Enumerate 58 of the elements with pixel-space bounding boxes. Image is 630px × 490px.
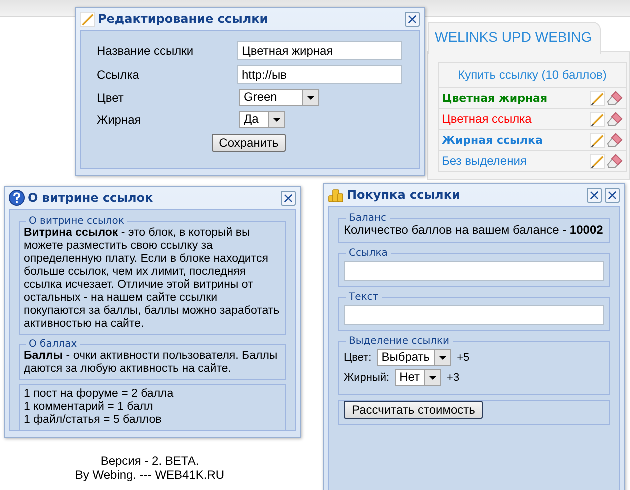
- field-label: Жирная: [97, 112, 142, 126]
- pencil-icon[interactable]: [590, 90, 605, 106]
- window-title: О витрине ссылок: [28, 191, 154, 205]
- balance-text: Количество баллов на вашем балансе - 10002: [344, 224, 604, 237]
- section-legend: Текст: [346, 292, 382, 303]
- link-input[interactable]: [344, 261, 604, 281]
- section-text: Витрина ссылок - это блок, в который вы можете разместить свою ссылку за определенную плату. Если в блоке находится больше ссылок, чем их лимит, последняя ссылка исчезает. Отличие этой витрины от остальных - на нашем сайте ссылки покупаются за баллы, баллы можно заработать активностью на сайте.: [24, 227, 281, 331]
- field-label: Ссылка: [97, 68, 140, 82]
- select-field[interactable]: Нет: [394, 369, 442, 386]
- coins-icon: [328, 187, 344, 203]
- close-button[interactable]: [605, 188, 620, 202]
- section-legend: О витрине ссылок: [26, 216, 128, 227]
- eraser-icon[interactable]: [607, 153, 623, 169]
- save-button[interactable]: Сохранить: [212, 134, 286, 152]
- calculate-button[interactable]: Рассчитать стоимость: [344, 401, 484, 419]
- window-title: Редактирование ссылки: [98, 12, 270, 26]
- caret-icon: [268, 112, 284, 127]
- window-title: Покупка ссылки: [347, 188, 462, 202]
- pencil-icon[interactable]: [590, 132, 605, 148]
- close-button[interactable]: [587, 188, 602, 202]
- close-icon: [590, 190, 599, 200]
- credit-text: By Webing. --- WEB41K.RU: [74, 468, 226, 482]
- select-field[interactable]: Green: [239, 89, 319, 106]
- caret-icon: [434, 350, 450, 365]
- option-label: Жирный:: [344, 372, 390, 384]
- section-legend: О баллах: [26, 339, 80, 350]
- close-icon: [408, 14, 417, 24]
- rate-text: 1 файл/статья = 5 баллов: [24, 414, 163, 427]
- close-icon: [608, 190, 617, 200]
- rate-text: 1 пост на форуме = 2 балла: [24, 388, 175, 401]
- close-button[interactable]: [405, 12, 420, 26]
- close-button[interactable]: [281, 190, 296, 206]
- caret-icon: [302, 90, 318, 105]
- field-label: Цвет: [97, 90, 125, 104]
- version-text: Версия - 2. BETA.: [100, 454, 200, 468]
- section-legend: Ссылка: [346, 248, 391, 259]
- pencil-icon: [80, 12, 95, 26]
- select-field[interactable]: Выбрать: [376, 349, 452, 366]
- eraser-icon[interactable]: [607, 90, 623, 106]
- caret-icon: [424, 370, 440, 385]
- text-input[interactable]: [344, 305, 604, 325]
- pencil-icon[interactable]: [590, 154, 605, 168]
- text-field[interactable]: http://ыв: [237, 65, 402, 84]
- section-legend: Выделение ссылки: [346, 336, 453, 347]
- close-icon: [284, 194, 293, 202]
- cost-text: +3: [447, 372, 460, 384]
- cost-text: +5: [457, 352, 470, 364]
- select-field[interactable]: Да: [239, 111, 285, 128]
- rate-text: 1 комментарий = 1 балл: [24, 401, 154, 414]
- option-label: Цвет:: [344, 352, 372, 364]
- help-icon: [9, 190, 25, 206]
- text-field[interactable]: Цветная жирная: [237, 41, 402, 60]
- field-label: Название ссылки: [97, 44, 195, 58]
- section-legend: Баланс: [346, 213, 390, 224]
- pencil-icon[interactable]: [590, 112, 605, 126]
- section-text: Баллы - очки активности пользователя. Баллы даются за любую активность на сайте.: [24, 350, 279, 376]
- eraser-icon[interactable]: [607, 111, 623, 127]
- eraser-icon[interactable]: [607, 132, 623, 148]
